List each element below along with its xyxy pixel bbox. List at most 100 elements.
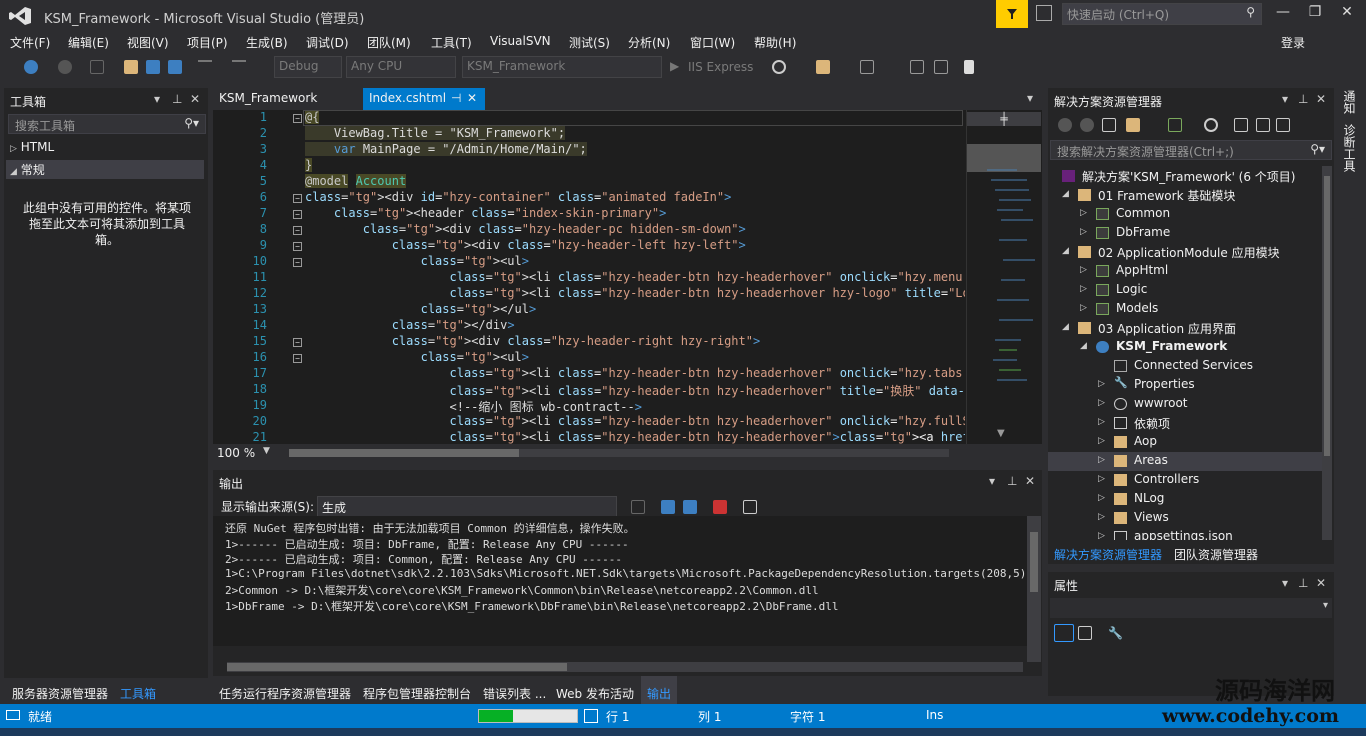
- scrollbar-thumb[interactable]: [1030, 532, 1038, 592]
- history-icon[interactable]: [1204, 118, 1218, 132]
- code-line[interactable]: 8 − class="tg"><div class="hzy-header-pc …: [213, 222, 965, 238]
- pin-icon[interactable]: ⊣: [451, 91, 461, 105]
- pin-icon[interactable]: ⊥: [1298, 92, 1308, 106]
- dropdown-icon[interactable]: ▾: [1282, 92, 1288, 106]
- categorized-icon[interactable]: [1054, 624, 1074, 642]
- menu-window[interactable]: 窗口(W): [690, 34, 735, 51]
- minimize-button[interactable]: —: [1270, 4, 1296, 26]
- code-line[interactable]: 19 <!--缩小 图标 wb-contract-->: [213, 398, 965, 414]
- close-icon[interactable]: ✕: [190, 92, 200, 106]
- menu-project[interactable]: 项目(P): [187, 34, 228, 51]
- toolbox-search-input[interactable]: 搜索工具箱 ⚲▾: [8, 114, 206, 134]
- notifications-tab[interactable]: 通知: [1342, 90, 1358, 114]
- menu-analyze[interactable]: 分析(N): [628, 34, 670, 51]
- fold-toggle-icon[interactable]: −: [293, 338, 302, 347]
- toolbar-icon-a[interactable]: [860, 60, 874, 74]
- tab-index-cshtml[interactable]: Index.cshtml ⊣ ✕: [363, 88, 485, 110]
- fold-toggle-icon[interactable]: −: [293, 210, 302, 219]
- code-line[interactable]: 20 class="tg"><li class="hzy-header-btn …: [213, 414, 965, 430]
- redo-icon[interactable]: [232, 60, 246, 74]
- back-icon[interactable]: [1058, 118, 1072, 132]
- menu-debug[interactable]: 调试(D): [306, 34, 349, 51]
- close-icon[interactable]: ✕: [1316, 576, 1326, 590]
- output-text[interactable]: 还原 NuGet 程序包时出错: 由于无法加载项目 Common 的详细信息，操…: [213, 516, 1027, 646]
- pin-icon[interactable]: ⊥: [1298, 576, 1308, 590]
- switch-views-icon[interactable]: [1126, 118, 1140, 132]
- output-source-select[interactable]: 生成: [317, 496, 617, 518]
- refresh-icon[interactable]: [772, 60, 786, 74]
- notification-icon[interactable]: [1036, 5, 1052, 21]
- tab-task-runner[interactable]: 任务运行程序资源管理器: [219, 685, 351, 702]
- code-area[interactable]: 1− @{2 ViewBag.Title = "KSM_Framework"; 3 …: [213, 110, 965, 444]
- fold-toggle-icon[interactable]: −: [293, 194, 302, 203]
- bookmark-icon[interactable]: [964, 60, 974, 74]
- menu-help[interactable]: 帮助(H): [754, 34, 796, 51]
- fold-toggle-icon[interactable]: −: [293, 258, 302, 267]
- pending-changes-icon[interactable]: [1168, 118, 1182, 132]
- code-line[interactable]: 3 var MainPage = "/Admin/Home/Main/";: [213, 142, 965, 158]
- code-line[interactable]: 13 class="tg"></ul>: [213, 302, 965, 318]
- back-icon[interactable]: [24, 60, 38, 74]
- cancel-icon[interactable]: [584, 709, 598, 723]
- code-line[interactable]: 5 @model Account: [213, 174, 965, 190]
- platform-select[interactable]: Any CPU: [346, 56, 456, 78]
- menu-view[interactable]: 视图(V): [127, 34, 169, 51]
- dropdown-icon[interactable]: ▾: [154, 92, 160, 106]
- menu-build[interactable]: 生成(B): [246, 34, 288, 51]
- close-icon[interactable]: ✕: [1025, 474, 1035, 488]
- code-line[interactable]: 9 − class="tg"><div class="hzy-header-lef…: [213, 238, 965, 254]
- code-line[interactable]: 11 class="tg"><li class="hzy-header-btn …: [213, 270, 965, 286]
- save-icon[interactable]: [146, 60, 160, 74]
- code-line[interactable]: 15 − class="tg"><div class="hzy-header-ri…: [213, 334, 965, 350]
- toolbox-group-general[interactable]: ◢ 常规: [6, 160, 204, 179]
- code-minimap[interactable]: ╪ ▼: [966, 110, 1042, 444]
- fold-toggle-icon[interactable]: −: [293, 354, 302, 363]
- forward-icon[interactable]: [58, 60, 72, 74]
- word-wrap-icon[interactable]: [743, 500, 757, 514]
- login-link[interactable]: 登录: [1281, 34, 1305, 51]
- scrollbar-thumb[interactable]: [289, 449, 519, 457]
- tree-folder-areas[interactable]: ▷ Areas: [1048, 452, 1322, 471]
- solution-vertical-scrollbar[interactable]: [1322, 166, 1332, 540]
- find-message-icon[interactable]: [631, 500, 645, 514]
- tab-list-dropdown-icon[interactable]: ▾: [1027, 91, 1033, 105]
- home-icon[interactable]: [1102, 118, 1116, 132]
- collapse-all-icon[interactable]: [1256, 118, 1270, 132]
- code-line[interactable]: 14 class="tg"></div>: [213, 318, 965, 334]
- save-all-icon[interactable]: [168, 60, 182, 74]
- code-line[interactable]: 16 − class="tg"><ul>: [213, 350, 965, 366]
- menu-file[interactable]: 文件(F): [10, 34, 50, 51]
- tab-web-publish[interactable]: Web 发布活动: [556, 685, 634, 702]
- code-line[interactable]: 6 − class="tg"><div id="hzy-container" cla…: [213, 190, 965, 206]
- tab-solution-explorer[interactable]: 解决方案资源管理器: [1054, 546, 1162, 563]
- solution-search-input[interactable]: 搜索解决方案资源管理器(Ctrl+;) ⚲▾: [1050, 140, 1332, 160]
- forward-icon[interactable]: [1080, 118, 1094, 132]
- tab-error-list[interactable]: 错误列表 ...: [483, 685, 546, 702]
- tab-team-explorer[interactable]: 团队资源管理器: [1174, 546, 1258, 563]
- dropdown-icon[interactable]: ▾: [989, 474, 995, 488]
- code-line[interactable]: 21 class="tg"><li class="hzy-header-btn …: [213, 430, 965, 444]
- maximize-button[interactable]: ❐: [1302, 4, 1328, 26]
- pin-icon[interactable]: ⊥: [1007, 474, 1017, 488]
- browser-link-icon[interactable]: [816, 60, 830, 74]
- scroll-down-icon[interactable]: ▼: [997, 428, 1005, 439]
- output-vertical-scrollbar[interactable]: [1027, 516, 1041, 662]
- code-line[interactable]: 1 − @{: [213, 110, 965, 126]
- play-icon[interactable]: ▶: [670, 59, 679, 73]
- properties-object-select[interactable]: ▾: [1050, 598, 1332, 618]
- config-select[interactable]: Debug: [274, 56, 342, 78]
- diagnostic-tools-tab[interactable]: 诊断工具: [1342, 124, 1358, 172]
- feedback-icon[interactable]: [996, 0, 1028, 28]
- menu-tools[interactable]: 工具(T): [431, 34, 472, 51]
- output-horizontal-scrollbar[interactable]: [227, 662, 1023, 672]
- next-message-icon[interactable]: [683, 500, 697, 514]
- clear-all-icon[interactable]: [713, 500, 727, 514]
- solution-tree[interactable]: 解决方案'KSM_Framework' (6 个项目) ◢ 01 Framewor…: [1048, 166, 1322, 540]
- property-pages-icon[interactable]: 🔧: [1108, 626, 1123, 640]
- run-target[interactable]: IIS Express: [688, 60, 753, 74]
- tab-output[interactable]: 输出: [641, 676, 678, 706]
- code-line[interactable]: 2 ViewBag.Title = "KSM_Framework";: [213, 126, 965, 142]
- horizontal-scrollbar[interactable]: [289, 449, 949, 457]
- new-item-icon[interactable]: [90, 60, 104, 74]
- tab-package-manager-console[interactable]: 程序包管理器控制台: [363, 685, 471, 702]
